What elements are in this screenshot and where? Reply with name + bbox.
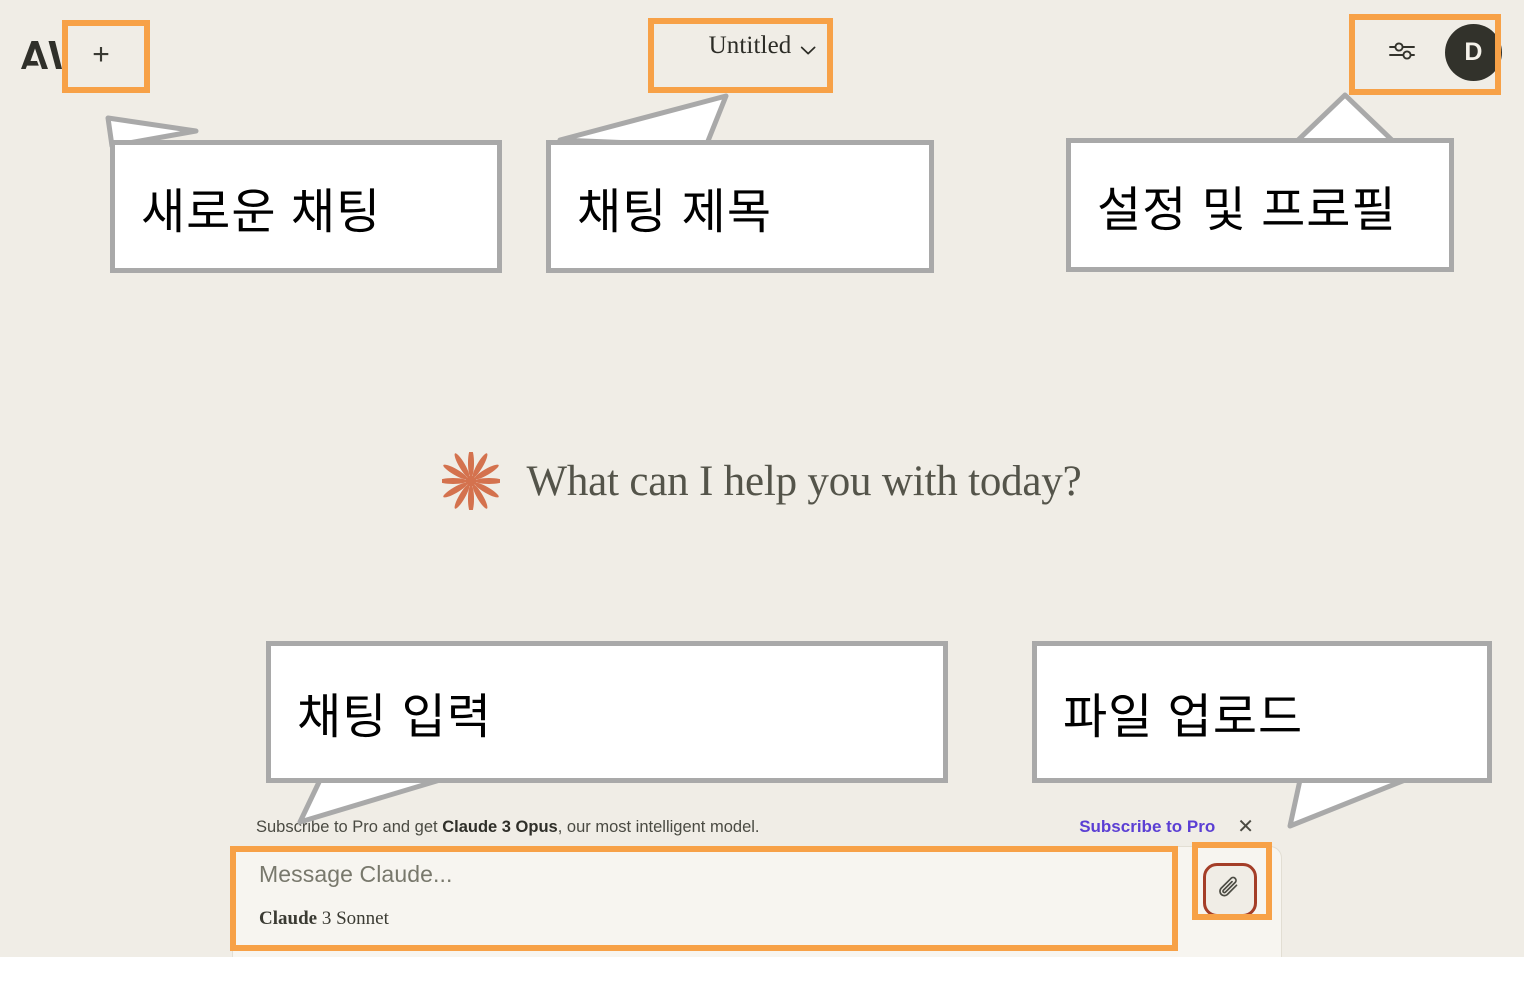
callout-label: 새로운 채팅 <box>141 185 382 239</box>
callout-label: 채팅 입력 <box>297 691 492 744</box>
plus-icon: + <box>92 38 110 71</box>
model-name-bold: Claude <box>259 908 318 930</box>
screenshot-root: + Untitled D What can I help you with to… <box>0 0 1524 982</box>
composer-panel: Message Claude... Claude 3 Sonnet <box>232 846 1282 957</box>
file-upload-button[interactable] <box>1203 863 1257 917</box>
message-input[interactable]: Message Claude... Claude 3 Sonnet <box>259 859 1179 930</box>
callout-new-chat: 새로운 채팅 <box>110 140 502 273</box>
top-right-controls: D <box>1383 24 1502 81</box>
subscribe-to-pro-link[interactable]: Subscribe to Pro <box>1079 817 1215 837</box>
chevron-down-icon <box>800 42 816 54</box>
top-bar: + Untitled D <box>0 0 1524 108</box>
close-icon[interactable]: ✕ <box>1233 815 1258 839</box>
promo-actions: Subscribe to Pro ✕ <box>1079 815 1258 839</box>
callout-settings: 설정 및 프로필 <box>1066 138 1454 272</box>
avatar[interactable]: D <box>1445 24 1502 81</box>
chat-title-text: Untitled <box>708 32 792 59</box>
promo-bold: Claude 3 Opus <box>442 817 558 836</box>
claude-starburst-icon <box>439 449 504 513</box>
greeting-row: What can I help you with today? <box>0 449 1524 513</box>
promo-suffix: , our most intelligent model. <box>557 817 760 836</box>
paperclip-icon <box>1217 875 1243 906</box>
pro-promo-banner: Subscribe to Pro and get Claude 3 Opus, … <box>256 810 1258 844</box>
promo-text: Subscribe to Pro and get Claude 3 Opus, … <box>256 818 760 837</box>
settings-button[interactable] <box>1383 33 1423 73</box>
model-name-rest: 3 Sonnet <box>317 908 389 930</box>
anthropic-logo-icon <box>18 38 62 72</box>
callout-label: 설정 및 프로필 <box>1097 184 1397 237</box>
new-chat-button[interactable]: + <box>70 28 132 82</box>
callout-label: 채팅 제목 <box>577 185 772 239</box>
callout-file-upload: 파일 업로드 <box>1032 641 1492 783</box>
message-input-placeholder: Message Claude... <box>259 861 453 887</box>
chat-title-dropdown[interactable]: Untitled <box>701 28 824 64</box>
model-selector-label[interactable]: Claude 3 Sonnet <box>259 908 1179 930</box>
callout-chat-title: 채팅 제목 <box>546 140 934 273</box>
composer: Subscribe to Pro and get Claude 3 Opus, … <box>232 798 1282 957</box>
callout-label: 파일 업로드 <box>1063 691 1304 744</box>
promo-prefix: Subscribe to Pro and get <box>256 817 443 836</box>
sliders-icon <box>1388 39 1418 66</box>
greeting-text: What can I help you with today? <box>526 457 1082 505</box>
callout-chat-input: 채팅 입력 <box>266 641 948 783</box>
